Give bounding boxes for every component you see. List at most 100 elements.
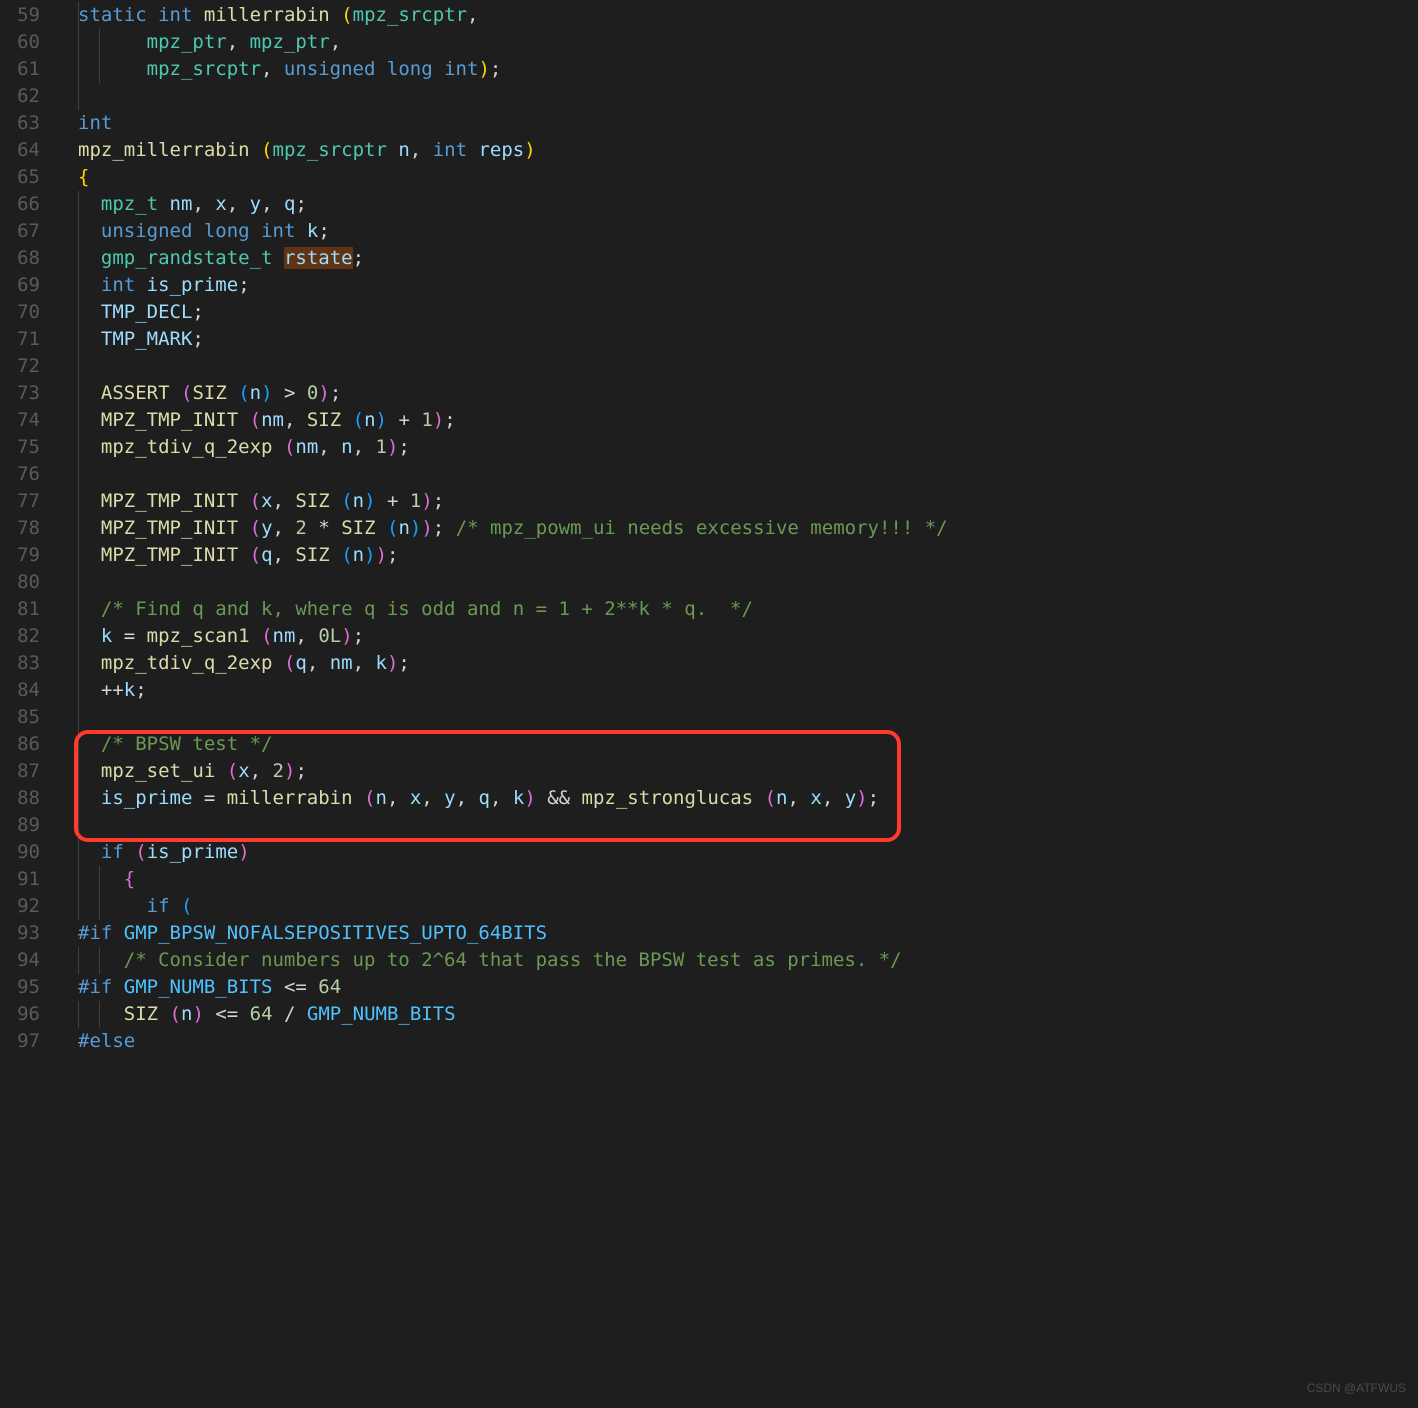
code-line[interactable] [58,461,1418,488]
line-number: 84 [0,677,40,704]
code-line[interactable]: static int millerrabin (mpz_srcptr, [58,2,1418,29]
code-line[interactable]: /* Consider numbers up to 2^64 that pass… [58,947,1418,974]
line-number: 59 [0,2,40,29]
code-line-content [58,814,78,836]
code-line[interactable]: int is_prime; [58,272,1418,299]
line-number: 69 [0,272,40,299]
code-line-content: #if GMP_NUMB_BITS <= 64 [58,976,341,998]
code-line-content: unsigned long int k; [58,220,330,242]
line-number: 85 [0,704,40,731]
code-line[interactable]: if (is_prime) [58,839,1418,866]
line-number: 74 [0,407,40,434]
code-line[interactable]: int [58,110,1418,137]
code-line-content: mpz_srcptr, unsigned long int); [58,58,501,80]
code-line[interactable]: mpz_t nm, x, y, q; [58,191,1418,218]
code-line[interactable]: /* Find q and k, where q is odd and n = … [58,596,1418,623]
code-line[interactable]: TMP_MARK; [58,326,1418,353]
code-line-content: #if GMP_BPSW_NOFALSEPOSITIVES_UPTO_64BIT… [58,922,547,944]
code-line[interactable]: MPZ_TMP_INIT (y, 2 * SIZ (n)); /* mpz_po… [58,515,1418,542]
code-line-content [58,706,78,728]
line-number: 71 [0,326,40,353]
code-line[interactable]: if ( [58,893,1418,920]
code-editor[interactable]: 5960616263646566676869707172737475767778… [0,0,1418,1055]
code-line-content: MPZ_TMP_INIT (nm, SIZ (n) + 1); [58,409,456,431]
code-line[interactable]: MPZ_TMP_INIT (nm, SIZ (n) + 1); [58,407,1418,434]
line-number: 67 [0,218,40,245]
line-number: 95 [0,974,40,1001]
code-line-content: if (is_prime) [58,841,250,863]
code-line[interactable]: ++k; [58,677,1418,704]
code-line[interactable]: mpz_millerrabin (mpz_srcptr n, int reps) [58,137,1418,164]
code-line-content [58,85,78,107]
code-line[interactable]: gmp_randstate_t rstate; [58,245,1418,272]
line-number: 77 [0,488,40,515]
code-line[interactable]: { [58,866,1418,893]
line-number: 79 [0,542,40,569]
line-number: 87 [0,758,40,785]
code-line[interactable]: #if GMP_NUMB_BITS <= 64 [58,974,1418,1001]
code-line-content: MPZ_TMP_INIT (x, SIZ (n) + 1); [58,490,444,512]
code-line[interactable]: { [58,164,1418,191]
code-line[interactable]: SIZ (n) <= 64 / GMP_NUMB_BITS [58,1001,1418,1028]
code-line-content: SIZ (n) <= 64 / GMP_NUMB_BITS [58,1003,456,1025]
code-line-content: mpz_millerrabin (mpz_srcptr n, int reps) [58,139,536,161]
code-line-content: mpz_t nm, x, y, q; [58,193,307,215]
code-line-content: int [58,112,112,134]
code-line-content: mpz_set_ui (x, 2); [58,760,307,782]
code-line[interactable]: #else [58,1028,1418,1055]
code-line[interactable]: MPZ_TMP_INIT (x, SIZ (n) + 1); [58,488,1418,515]
line-number: 65 [0,164,40,191]
code-line[interactable]: mpz_set_ui (x, 2); [58,758,1418,785]
code-line-content: mpz_tdiv_q_2exp (q, nm, k); [58,652,410,674]
code-line-content: { [58,868,135,890]
code-line-content [58,571,78,593]
code-line[interactable]: mpz_tdiv_q_2exp (nm, n, 1); [58,434,1418,461]
line-number: 76 [0,461,40,488]
code-line[interactable]: mpz_ptr, mpz_ptr, [58,29,1418,56]
code-line[interactable] [58,569,1418,596]
line-number: 81 [0,596,40,623]
line-number: 70 [0,299,40,326]
code-line[interactable]: #if GMP_BPSW_NOFALSEPOSITIVES_UPTO_64BIT… [58,920,1418,947]
code-content[interactable]: static int millerrabin (mpz_srcptr, mpz_… [58,0,1418,1055]
code-line-content [58,355,78,377]
code-line-content: /* Consider numbers up to 2^64 that pass… [58,949,902,971]
code-line[interactable]: ASSERT (SIZ (n) > 0); [58,380,1418,407]
line-number: 86 [0,731,40,758]
code-line[interactable] [58,83,1418,110]
line-number: 64 [0,137,40,164]
line-number: 75 [0,434,40,461]
code-line[interactable]: mpz_tdiv_q_2exp (q, nm, k); [58,650,1418,677]
code-line-content: TMP_MARK; [58,328,204,350]
line-number: 90 [0,839,40,866]
line-number: 72 [0,353,40,380]
code-line[interactable]: MPZ_TMP_INIT (q, SIZ (n)); [58,542,1418,569]
code-line[interactable] [58,353,1418,380]
line-number: 73 [0,380,40,407]
code-line[interactable]: mpz_srcptr, unsigned long int); [58,56,1418,83]
code-line[interactable] [58,812,1418,839]
line-number: 80 [0,569,40,596]
code-line-content: #else [58,1030,135,1052]
code-line-content: TMP_DECL; [58,301,204,323]
line-number: 92 [0,893,40,920]
code-line-content: ++k; [58,679,147,701]
line-number: 60 [0,29,40,56]
line-number: 68 [0,245,40,272]
code-line[interactable]: is_prime = millerrabin (n, x, y, q, k) &… [58,785,1418,812]
code-line-content: /* BPSW test */ [58,733,272,755]
code-line-content: MPZ_TMP_INIT (q, SIZ (n)); [58,544,398,566]
code-line[interactable]: unsigned long int k; [58,218,1418,245]
code-line[interactable]: k = mpz_scan1 (nm, 0L); [58,623,1418,650]
code-line[interactable] [58,704,1418,731]
code-line[interactable]: /* BPSW test */ [58,731,1418,758]
line-number: 97 [0,1028,40,1055]
line-number: 96 [0,1001,40,1028]
line-number: 93 [0,920,40,947]
code-line[interactable]: TMP_DECL; [58,299,1418,326]
code-line-content: gmp_randstate_t rstate; [58,247,364,269]
code-line-content: int is_prime; [58,274,250,296]
line-number: 78 [0,515,40,542]
line-number: 88 [0,785,40,812]
line-number: 61 [0,56,40,83]
